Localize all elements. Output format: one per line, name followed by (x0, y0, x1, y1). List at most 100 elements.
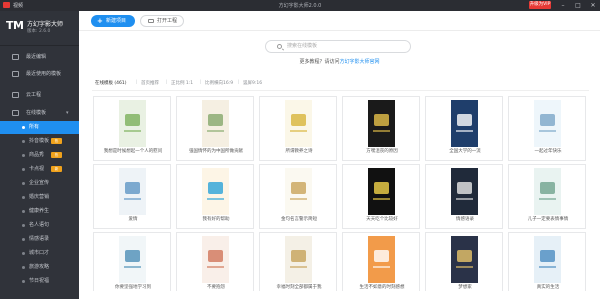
template-card[interactable]: 幸福时刻全部都属于我 (259, 232, 337, 291)
sidebar-subitem-travel[interactable]: 旅游攻略 (0, 261, 79, 274)
thumbnail-text-line (539, 130, 556, 132)
bullet-icon (22, 140, 25, 143)
template-card[interactable]: 情感语录 (425, 164, 503, 229)
template-caption: 强国情怀的为中国所做贡献 (189, 149, 243, 154)
thumbnail-art (291, 182, 306, 194)
template-thumbnail (534, 100, 561, 147)
template-card[interactable]: 一起过年快乐 (508, 96, 586, 161)
thumbnail-art (540, 114, 555, 126)
thumbnail-text-line (207, 130, 224, 132)
thumbnail-text-line (290, 198, 307, 200)
sidebar-subitem-label: 所有 (29, 124, 40, 130)
sidebar-subitem-city[interactable]: 城市口才 (0, 247, 79, 260)
template-caption: 幸福时刻全部都属于我 (276, 285, 322, 290)
tab-online[interactable]: 在线模板 (461) (95, 80, 127, 86)
search-placeholder: 搜索在线模板 (287, 43, 318, 49)
sidebar-subitem-label: 城市口才 (29, 250, 50, 256)
thumbnail-art (208, 182, 223, 194)
new-project-label: 新建项目 (106, 18, 127, 24)
sidebar: TM 方幻字影大师 版本: 2.6.0 最近编辑 最近使用的模板 云工程 在线模… (0, 11, 79, 299)
sidebar-subitem-label: 婚庆营销 (29, 194, 50, 200)
sidebar-subitem-all[interactable]: 所有 (0, 121, 79, 134)
template-caption: 方嘿沮丧的原因 (366, 149, 398, 154)
sidebar-subitem-label: 抖音模板 (29, 138, 50, 144)
sidebar-subitem-label: 节日祝福 (29, 278, 50, 284)
template-caption: 爱情 (128, 217, 138, 222)
maximize-icon[interactable]: □ (571, 0, 585, 11)
template-card[interactable]: 我想是时候想起一个人的慰问 (93, 96, 171, 161)
template-card[interactable]: 金句名言警示简短 (259, 164, 337, 229)
template-thumbnail (451, 236, 478, 283)
template-card[interactable]: 所谓教养之诗 (259, 96, 337, 161)
tab-square[interactable]: 正比例 1:1 (171, 80, 193, 86)
sidebar-subitem-quotes[interactable]: 名人语句 (0, 219, 79, 232)
template-card[interactable]: 生活不如意的时刻感想 (342, 232, 420, 291)
template-caption: 生活不如意的时刻感想 (359, 285, 405, 290)
template-caption: 我想是时候想起一个人的慰问 (103, 149, 163, 154)
promo-line: 更多教程？请访问方幻字影大师官网 (79, 58, 600, 65)
template-thumbnail (119, 236, 146, 283)
sidebar-subitem-label: 旅游攻略 (29, 264, 50, 270)
close-icon[interactable]: ✕ (586, 0, 600, 11)
sidebar-item-recent-templates[interactable]: 最近使用的模板 (0, 66, 79, 83)
template-card[interactable]: 天天吃个比较好 (342, 164, 420, 229)
minimize-icon[interactable]: – (556, 0, 570, 11)
thumbnail-art (457, 114, 472, 126)
sidebar-subitem-emotion[interactable]: 情感语录 (0, 233, 79, 246)
template-card[interactable]: 不要抱怨 (176, 232, 254, 291)
template-thumbnail (368, 168, 395, 215)
promo-text: 更多教程？请访问 (299, 59, 340, 65)
sidebar-subitem-enterprise[interactable]: 企业宣传 (0, 177, 79, 190)
thumbnail-text-line (124, 198, 141, 200)
hot-badge: 热 (51, 138, 62, 144)
template-caption: 全国大学的一流 (449, 149, 481, 154)
bullet-icon (22, 252, 25, 255)
sidebar-subitem-douyin[interactable]: 抖音模板 热 (0, 135, 79, 148)
sidebar-subitem-festival[interactable]: 节日祝福 (0, 275, 79, 288)
template-thumbnail (534, 168, 561, 215)
template-card[interactable]: 你要坚强地学习到 (93, 232, 171, 291)
clock-icon (12, 54, 19, 60)
template-card[interactable]: 梦想家 (425, 232, 503, 291)
template-card[interactable]: 爱情 (93, 164, 171, 229)
sidebar-subitem-health[interactable]: 健康养生 (0, 205, 79, 218)
template-card[interactable]: 全国大学的一流 (425, 96, 503, 161)
sidebar-subitem-wedding[interactable]: 婚庆营销 (0, 191, 79, 204)
thumbnail-art (291, 114, 306, 126)
thumbnail-art (540, 182, 555, 194)
sidebar-subitem-label: 名人语句 (29, 222, 50, 228)
promo-link[interactable]: 方幻字影大师官网 (340, 59, 380, 65)
thumbnail-art (374, 250, 389, 262)
template-caption: 我有好的帮助 (202, 217, 230, 222)
thumbnail-text-line (539, 266, 556, 268)
sidebar-subitem-label: 企业宣传 (29, 180, 50, 186)
upgrade-vip-button[interactable]: 升级为VIP (529, 1, 551, 9)
template-card[interactable]: 我有好的帮助 (176, 164, 254, 229)
tab-landscape[interactable]: 比例横向16:9 (205, 80, 233, 86)
tab-featured[interactable]: 首页推荐 (141, 80, 159, 86)
template-card[interactable]: 方嘿沮丧的原因 (342, 96, 420, 161)
new-project-button[interactable]: + 新建项目 (91, 15, 135, 27)
thumbnail-art (125, 182, 140, 194)
sidebar-item-cloud-project[interactable]: 云工程 (0, 87, 79, 104)
thumbnail-text-line (373, 266, 390, 268)
search-input[interactable]: 搜索在线模板 (265, 40, 411, 53)
sidebar-subitem-product[interactable]: 商品秀 热 (0, 149, 79, 162)
sidebar-subitem-beat[interactable]: 卡点视 新 (0, 163, 79, 176)
template-card[interactable]: 强国情怀的为中国所做贡献 (176, 96, 254, 161)
bullet-icon (22, 168, 25, 171)
template-card[interactable]: 儿子一定要表情事情 (508, 164, 586, 229)
open-project-label: 打开工程 (157, 18, 178, 24)
sidebar-item-recent-edit[interactable]: 最近编辑 (0, 49, 79, 66)
template-card[interactable]: 真实的生活 (508, 232, 586, 291)
sidebar-item-label: 云工程 (26, 92, 42, 98)
open-project-button[interactable]: 打开工程 (140, 15, 184, 27)
template-thumbnail (534, 236, 561, 283)
sidebar-item-online-templates[interactable]: 在线模板 ▾ (0, 105, 79, 122)
tab-portrait[interactable]: 竖屏9:16 (243, 80, 262, 86)
chevron-down-icon: ▾ (66, 110, 69, 116)
sidebar-item-label: 最近使用的模板 (26, 71, 62, 77)
tabs-underline (92, 90, 589, 91)
thumbnail-art (291, 250, 306, 262)
bullet-icon (22, 224, 25, 227)
